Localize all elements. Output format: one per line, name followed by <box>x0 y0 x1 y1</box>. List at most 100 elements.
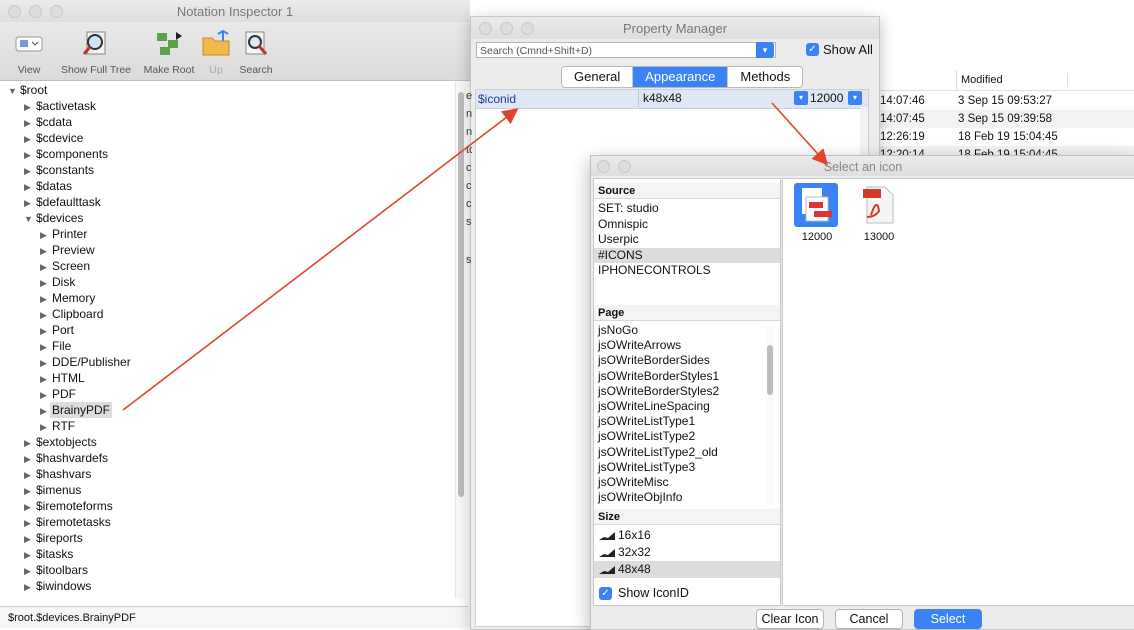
tree-item[interactable]: ▶ Memory <box>40 290 97 306</box>
tab-appearance[interactable]: Appearance <box>633 67 729 87</box>
page-item[interactable]: jsOWriteBorderStyles2 <box>594 384 764 399</box>
disclosure-collapsed-icon[interactable]: ▶ <box>40 355 50 371</box>
disclosure-collapsed-icon[interactable]: ▶ <box>24 131 34 147</box>
page-item[interactable]: jsOWriteListType2 <box>594 429 764 444</box>
tree-item[interactable]: ▶ $iremotetasks <box>24 514 113 530</box>
disclosure-collapsed-icon[interactable]: ▶ <box>40 227 50 243</box>
disclosure-collapsed-icon[interactable]: ▶ <box>24 483 34 499</box>
disclosure-collapsed-icon[interactable]: ▶ <box>40 259 50 275</box>
disclosure-collapsed-icon[interactable]: ▶ <box>24 531 34 547</box>
tree-item[interactable]: ▶ Disk <box>40 274 77 290</box>
disclosure-collapsed-icon[interactable]: ▶ <box>24 147 34 163</box>
disclosure-collapsed-icon[interactable]: ▶ <box>24 547 34 563</box>
page-item[interactable]: jsOWriteListType2_old <box>594 445 764 460</box>
tree-item[interactable]: ▶ $components <box>24 146 110 162</box>
select-button[interactable]: Select <box>914 609 982 629</box>
tree-item[interactable]: ▶ $imenus <box>24 482 83 498</box>
select-icon-titlebar[interactable]: Select an icon <box>591 156 1134 176</box>
list-row[interactable]: 19 12:26:19 18 Feb 19 15:04:45 <box>862 128 1134 146</box>
notation-inspector-titlebar[interactable]: Notation Inspector 1 <box>0 0 470 23</box>
disclosure-expanded-icon[interactable]: ▼ <box>24 211 34 227</box>
cancel-button[interactable]: Cancel <box>835 609 903 629</box>
disclosure-collapsed-icon[interactable]: ▶ <box>24 579 34 595</box>
disclosure-expanded-icon[interactable]: ▼ <box>8 83 18 99</box>
tree-item[interactable]: ▼ $devices <box>24 210 85 226</box>
icon-number-field[interactable]: 12000 <box>810 90 843 107</box>
tree-item[interactable]: ▶ RTF <box>40 418 77 434</box>
column-modified[interactable]: Modified <box>956 70 1003 90</box>
list-row[interactable]: 10 14:07:46 3 Sep 15 09:53:27 <box>862 92 1134 110</box>
tree-item[interactable]: ▼ $root <box>8 82 49 98</box>
page-item[interactable]: jsOWriteMisc <box>594 475 764 490</box>
scroll-thumb[interactable] <box>767 345 773 395</box>
show-iconid-checkbox[interactable]: ✓ <box>599 587 612 600</box>
page-item[interactable]: jsOWriteBorderStyles1 <box>594 369 764 384</box>
page-item[interactable]: jsOWriteBorderSides <box>594 353 764 368</box>
tree-item[interactable]: ▶ $defaulttask <box>24 194 103 210</box>
disclosure-collapsed-icon[interactable]: ▶ <box>40 275 50 291</box>
tree-item[interactable]: ▶ Printer <box>40 226 89 242</box>
tree-item[interactable]: ▶ $datas <box>24 178 74 194</box>
disclosure-collapsed-icon[interactable]: ▶ <box>24 451 34 467</box>
list-row[interactable]: 10 14:07:45 3 Sep 15 09:39:58 <box>862 110 1134 128</box>
tree-item[interactable]: ▶ HTML <box>40 370 87 386</box>
disclosure-collapsed-icon[interactable]: ▶ <box>40 291 50 307</box>
page-item[interactable]: jsOWriteObjInfo <box>594 490 764 505</box>
clear-icon-button[interactable]: Clear Icon <box>756 609 824 629</box>
page-item[interactable]: jsNoGo <box>594 323 764 338</box>
tree-item[interactable]: ▶ $extobjects <box>24 434 99 450</box>
tree-item[interactable]: ▶ BrainyPDF <box>40 402 113 418</box>
tab-methods[interactable]: Methods <box>728 67 802 87</box>
disclosure-collapsed-icon[interactable]: ▶ <box>40 307 50 323</box>
view-button[interactable]: View <box>4 22 54 80</box>
tree-item[interactable]: ▶ DDE/Publisher <box>40 354 133 370</box>
tree-item[interactable]: ▶ PDF <box>40 386 78 402</box>
disclosure-collapsed-icon[interactable]: ▶ <box>40 323 50 339</box>
up-button[interactable]: Up <box>200 22 232 80</box>
tree-item[interactable]: ▶ Port <box>40 322 76 338</box>
icon-cell-13000[interactable]: 13000 <box>851 183 907 243</box>
source-item[interactable]: IPHONECONTROLS <box>594 263 780 278</box>
source-item[interactable]: #ICONS <box>594 247 780 263</box>
notation-tree[interactable]: ▼ $root ▶ $activetask ▶ $cdata ▶ $cdevice ▶ $comp… <box>0 82 455 598</box>
source-item[interactable]: Userpic <box>594 232 780 247</box>
page-item[interactable]: jsOWriteArrows <box>594 338 764 353</box>
search-button[interactable]: Search <box>234 22 278 80</box>
tree-item[interactable]: ▶ $cdevice <box>24 130 85 146</box>
property-manager-titlebar[interactable]: Property Manager <box>471 17 879 39</box>
disclosure-collapsed-icon[interactable]: ▶ <box>40 419 50 435</box>
source-item[interactable]: SET: studio <box>594 201 780 216</box>
search-dropdown-icon[interactable]: ▾ <box>756 42 774 58</box>
tree-item[interactable]: ▶ $itoolbars <box>24 562 90 578</box>
show-full-tree-button[interactable]: Show Full Tree <box>56 22 136 80</box>
property-search-input[interactable]: Search (Cmnd+Shift+D) <box>476 42 776 58</box>
value-dropdown-icon[interactable]: ▾ <box>794 91 808 105</box>
disclosure-collapsed-icon[interactable]: ▶ <box>24 467 34 483</box>
page-item[interactable]: jsOWriteListType3 <box>594 460 764 475</box>
tree-item[interactable]: ▶ Screen <box>40 258 92 274</box>
disclosure-collapsed-icon[interactable]: ▶ <box>24 563 34 579</box>
disclosure-collapsed-icon[interactable]: ▶ <box>40 387 50 403</box>
size-item[interactable]: 48x48 <box>594 561 780 578</box>
tree-item[interactable]: ▶ $ireports <box>24 530 85 546</box>
disclosure-collapsed-icon[interactable]: ▶ <box>24 99 34 115</box>
page-scrollbar[interactable] <box>766 325 774 505</box>
tree-item[interactable]: ▶ $activetask <box>24 98 98 114</box>
size-item[interactable]: 32x32 <box>594 544 780 561</box>
tree-item[interactable]: ▶ Clipboard <box>40 306 105 322</box>
tree-item[interactable]: ▶ $hashvars <box>24 466 93 482</box>
tab-general[interactable]: General <box>562 67 634 87</box>
scroll-thumb[interactable] <box>458 92 464 497</box>
disclosure-collapsed-icon[interactable]: ▶ <box>24 115 34 131</box>
make-root-button[interactable]: Make Root <box>138 22 200 80</box>
tree-item[interactable]: ▶ $hashvardefs <box>24 450 110 466</box>
tree-scrollbar[interactable] <box>455 82 466 598</box>
size-item[interactable]: 16x16 <box>594 527 780 544</box>
tree-item[interactable]: ▶ $iremoteforms <box>24 498 115 514</box>
disclosure-collapsed-icon[interactable]: ▶ <box>24 163 34 179</box>
disclosure-collapsed-icon[interactable]: ▶ <box>40 339 50 355</box>
tree-item[interactable]: ▶ $iwindows <box>24 578 93 594</box>
show-all-checkbox[interactable]: ✓ <box>806 43 819 56</box>
source-item[interactable]: Omnispic <box>594 217 780 232</box>
disclosure-collapsed-icon[interactable]: ▶ <box>24 195 34 211</box>
